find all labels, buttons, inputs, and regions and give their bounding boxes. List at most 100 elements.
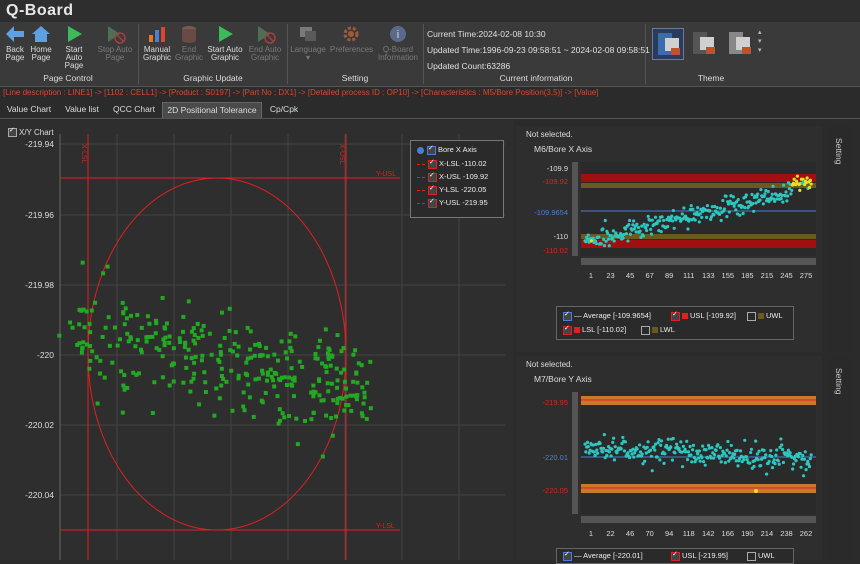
scatter-point: [193, 354, 198, 359]
scatter-point: [241, 404, 246, 409]
scatter-point: [120, 300, 125, 305]
data-point: [638, 443, 642, 447]
data-point: [612, 458, 617, 462]
tab-cp-cpk[interactable]: Cp/Cpk: [263, 102, 305, 117]
chart2-setting-tab[interactable]: Setting: [828, 356, 852, 560]
theme-option-gray[interactable]: [724, 28, 754, 58]
stop-auto-page-button[interactable]: Stop Auto Page: [96, 22, 134, 72]
end-auto-graphic-button[interactable]: End Auto Graphic: [246, 22, 284, 72]
scatter-point: [181, 314, 186, 319]
data-point: [696, 452, 700, 456]
theme-option-dark[interactable]: [688, 28, 718, 58]
x-tick-label: 23: [606, 271, 614, 280]
bar-chart-icon: [149, 27, 165, 42]
scatter-point: [260, 368, 265, 373]
start-auto-page-button[interactable]: Start Auto Page: [56, 22, 92, 72]
data-point: [781, 200, 785, 204]
data-point: [605, 453, 609, 457]
legend-usl[interactable]: USL [-109.92]: [671, 310, 736, 321]
preferences-button[interactable]: Preferences: [330, 22, 373, 72]
data-point: [603, 218, 607, 223]
checkbox-icon: [563, 310, 572, 321]
tab-qcc-chart[interactable]: QCC Chart: [108, 102, 160, 117]
data-point: [735, 448, 739, 452]
scatter-point: [320, 361, 325, 366]
scatter-point: [272, 352, 277, 357]
scatter-point: [162, 343, 167, 348]
legend-uwl[interactable]: UWL: [747, 551, 775, 561]
tab-value-list[interactable]: Value list: [60, 102, 104, 117]
scatter-point: [144, 339, 149, 344]
x-tick-label: 275: [800, 271, 813, 280]
scatter-point: [160, 354, 165, 359]
home-icon: [32, 26, 50, 42]
scatter-point: [362, 390, 367, 395]
checkbox-icon: [563, 324, 572, 335]
scatter-point: [339, 349, 344, 354]
scatter-point: [217, 396, 222, 401]
data-point: [604, 239, 608, 244]
data-point: [758, 198, 762, 202]
legend-lsl[interactable]: LSL [-110.02]: [563, 324, 626, 335]
data-point: [743, 205, 747, 210]
manual-graphic-button[interactable]: Manual Graphic: [142, 22, 172, 72]
scatter-point: [334, 414, 339, 419]
out-of-spec-point: [754, 489, 758, 493]
theme-scroll[interactable]: ▴ ▾ ▾: [758, 28, 762, 55]
home-page-button[interactable]: Home Page: [26, 22, 56, 72]
data-point: [742, 458, 746, 462]
legend-usl[interactable]: USL [-219.95]: [671, 550, 728, 561]
scatter-point: [269, 374, 274, 379]
legend-average[interactable]: — Average [-109.9654]: [563, 310, 651, 321]
data-point: [671, 208, 675, 213]
scatter-point: [79, 350, 84, 355]
scatter-point: [129, 313, 134, 318]
x-usl-label: X-USL: [338, 144, 345, 165]
legend-bore-x-axis[interactable]: Bore X Axis: [417, 144, 477, 155]
scatter-point: [241, 390, 246, 395]
scatter-point: [354, 371, 359, 376]
tab-2d-positional-tolerance[interactable]: 2D Positional Tolerance: [162, 102, 262, 118]
scatter-point: [274, 371, 279, 376]
data-point: [640, 452, 644, 456]
language-button[interactable]: Language ▾: [290, 22, 326, 72]
scatter-point: [277, 377, 282, 382]
data-point: [744, 455, 749, 459]
scatter-point: [189, 379, 194, 384]
data-point: [666, 437, 670, 441]
chart1-setting-tab[interactable]: Setting: [828, 126, 852, 352]
scatter-point: [209, 352, 214, 357]
data-point: [635, 447, 639, 451]
scatter-point: [84, 309, 89, 314]
scatter-point: [123, 306, 128, 311]
data-point: [725, 215, 729, 219]
legend-lwl[interactable]: LWL: [641, 325, 675, 335]
legend-y-lsl[interactable]: Y-LSL -220.05: [417, 184, 486, 195]
legend-average[interactable]: — Average [-220.01]: [563, 550, 643, 561]
legend-x-lsl[interactable]: X-LSL -110.02: [417, 158, 487, 169]
scatter-point: [131, 370, 136, 375]
qboard-information-button[interactable]: i Q-Board Information: [376, 22, 420, 72]
data-point: [801, 453, 805, 458]
x-tick-label: 262: [800, 529, 813, 538]
scatter-point: [100, 334, 105, 339]
scatter-point: [163, 326, 168, 331]
data-point: [808, 456, 812, 461]
data-point: [593, 453, 597, 458]
theme-option-blue[interactable]: [652, 28, 684, 60]
tab-value-chart[interactable]: Value Chart: [2, 102, 56, 117]
start-auto-graphic-button[interactable]: Start Auto Graphic: [205, 22, 245, 72]
chart2-legend: — Average [-220.01] USL [-219.95] UWL: [556, 548, 794, 564]
end-graphic-button[interactable]: End Graphic: [174, 22, 204, 72]
data-point: [795, 174, 800, 178]
legend-x-usl[interactable]: X-USL -109.92: [417, 171, 488, 182]
stop-icon: [108, 26, 126, 44]
scatter-point: [317, 338, 322, 343]
legend-uwl[interactable]: UWL: [747, 311, 783, 321]
data-point: [607, 244, 611, 248]
legend-y-usl[interactable]: Y-USL -219.95: [417, 197, 488, 208]
scatter-point: [214, 386, 219, 391]
data-point: [648, 448, 653, 452]
ribbon-separator: [423, 24, 424, 84]
scatter-point: [316, 345, 321, 350]
